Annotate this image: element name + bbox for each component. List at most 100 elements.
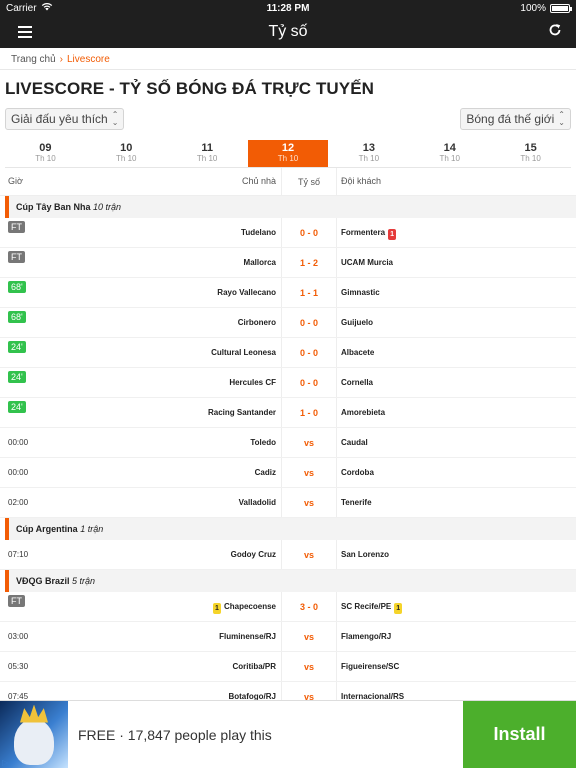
home-team-name: Chapecoense [223, 602, 276, 611]
home-team: Racing Santander [208, 408, 276, 417]
date-tab-11[interactable]: 11 Th 10 [167, 140, 248, 167]
ad-game-image[interactable]: ▷ [0, 700, 68, 768]
battery-percent: 100% [520, 2, 546, 14]
date-tab-09[interactable]: 09 Th 10 [5, 140, 86, 167]
match-row[interactable]: FT Mallorca 1 - 2 UCAM Murcia [0, 248, 576, 278]
match-row[interactable]: 05:30 Coritiba/PR vs Figueirense/SC [0, 652, 576, 682]
match-score[interactable]: 0 - 0 [281, 338, 337, 367]
away-team-name: Figueirense/SC [341, 662, 400, 671]
date-day: 11 [201, 142, 213, 154]
match-row[interactable]: 03:00 Fluminense/RJ vs Flamengo/RJ [0, 622, 576, 652]
match-row[interactable]: 07:10 Godoy Cruz vs San Lorenzo [0, 540, 576, 570]
home-team: Coritiba/PR [232, 662, 276, 671]
away-team-name: Caudal [341, 438, 368, 447]
region-label: Bóng đá thế giới [466, 112, 555, 126]
date-month: Th 10 [358, 154, 380, 163]
home-team: Cirbonero [238, 318, 276, 327]
yellow-card-icon: 1 [212, 603, 221, 614]
match-score[interactable]: vs [281, 622, 337, 651]
date-tab-12[interactable]: 12 Th 10 [247, 140, 329, 167]
away-team-name: Cordoba [341, 468, 374, 477]
ad-text: FREE · 17,847 people play this [78, 726, 272, 743]
match-score[interactable]: vs [281, 540, 337, 569]
match-status-badge: 24' [8, 401, 26, 413]
date-tab-14[interactable]: 14 Th 10 [409, 140, 490, 167]
match-row[interactable]: 00:00 Toledo vs Caudal [0, 428, 576, 458]
away-team-name: Flamengo/RJ [341, 632, 392, 641]
date-tab-15[interactable]: 15 Th 10 [490, 140, 571, 167]
home-team: Tudelano [241, 228, 276, 237]
league-name: Cúp Argentina [16, 524, 78, 534]
match-row[interactable]: 00:00 Cadiz vs Cordoba [0, 458, 576, 488]
wifi-icon [41, 2, 53, 14]
chevron-right-icon: › [59, 54, 63, 65]
match-score[interactable]: 1 - 0 [281, 398, 337, 427]
match-row[interactable]: 24' Cultural Leonesa 0 - 0 Albacete [0, 338, 576, 368]
match-status-badge: 24' [8, 341, 26, 353]
league-header[interactable]: Cúp Argentina 1 trận [5, 518, 576, 540]
match-row[interactable]: FT Tudelano 0 - 0 Formentera 1 [0, 218, 576, 248]
away-team: Flamengo/RJ [341, 632, 391, 641]
match-status-badge: FT [8, 595, 25, 607]
refresh-icon[interactable] [548, 23, 562, 41]
favorite-league-label: Giải đấu yêu thích [11, 112, 108, 126]
breadcrumb-current[interactable]: Livescore [67, 54, 110, 65]
match-status-badge: FT [8, 251, 25, 263]
home-team: Godoy Cruz [231, 550, 276, 559]
clock: 11:28 PM [266, 2, 310, 14]
away-team-name: Amorebieta [341, 408, 386, 417]
match-row[interactable]: 24' Hercules CF 0 - 0 Cornella [0, 368, 576, 398]
breadcrumb-home[interactable]: Trang chủ [11, 54, 56, 65]
date-day: 12 [281, 142, 295, 154]
date-day: 09 [39, 142, 52, 154]
match-time: 07:10 [8, 550, 29, 559]
league-count: 10 trận [93, 202, 122, 212]
ad-choices-icon[interactable]: ▷ [2, 758, 8, 767]
away-team-name: Tenerife [341, 498, 372, 507]
date-month: Th 10 [196, 154, 218, 163]
away-team: Formentera 1 [341, 228, 399, 240]
match-score[interactable]: vs [281, 488, 337, 517]
match-row[interactable]: 02:00 Valladolid vs Tenerife [0, 488, 576, 518]
match-row[interactable]: FT 1 Chapecoense 3 - 0 SC Recife/PE 1 [0, 592, 576, 622]
league-header[interactable]: VĐQG Brazil 5 trận [5, 570, 576, 592]
match-score[interactable]: 1 - 1 [281, 278, 337, 307]
date-month: Th 10 [35, 154, 56, 163]
match-row[interactable]: 68' Cirbonero 0 - 0 Guijuelo [0, 308, 576, 338]
away-team-name: Cornella [341, 378, 374, 387]
date-tab-13[interactable]: 13 Th 10 [328, 140, 409, 167]
away-team: San Lorenzo [341, 550, 389, 559]
home-team: Valladolid [239, 498, 276, 507]
breadcrumb: Trang chủ › Livescore [0, 48, 576, 70]
match-score[interactable]: 1 - 2 [281, 248, 337, 277]
match-score[interactable]: vs [281, 458, 337, 487]
away-team-name: Formentera [341, 228, 386, 237]
region-select[interactable]: Bóng đá thế giới ⌃ ⌄ [460, 108, 571, 130]
match-score[interactable]: 0 - 0 [281, 218, 337, 247]
away-team: Guijuelo [341, 318, 373, 327]
menu-icon[interactable] [18, 26, 32, 38]
away-team-name: San Lorenzo [341, 550, 390, 559]
favorite-league-select[interactable]: Giải đấu yêu thích ⌃ ⌄ [5, 108, 125, 130]
battery-icon [550, 3, 572, 13]
match-score[interactable]: 3 - 0 [281, 592, 337, 621]
date-day: 14 [443, 142, 456, 154]
match-score[interactable]: 0 - 0 [281, 368, 337, 397]
match-row[interactable]: 24' Racing Santander 1 - 0 Amorebieta [0, 398, 576, 428]
match-score[interactable]: vs [281, 428, 337, 457]
league-header[interactable]: Cúp Tây Ban Nha 10 trận [5, 196, 576, 218]
date-month: Th 10 [116, 154, 137, 163]
column-score: Tỷ số [281, 168, 337, 195]
install-button[interactable]: Install [463, 700, 576, 768]
away-team: Tenerife [341, 498, 372, 507]
match-score[interactable]: vs [281, 652, 337, 681]
match-row[interactable]: 68' Rayo Vallecano 1 - 1 Gimnastic [0, 278, 576, 308]
date-tab-10[interactable]: 10 Th 10 [86, 140, 167, 167]
home-team-name: Tudelano [241, 228, 276, 237]
home-team-name: Cadiz [254, 468, 276, 477]
away-team: Figueirense/SC [341, 662, 399, 671]
home-team-name: Cultural Leonesa [211, 348, 276, 357]
match-score[interactable]: 0 - 0 [281, 308, 337, 337]
match-list: Cúp Tây Ban Nha 10 trận FT Tudelano 0 - 0 Fo… [0, 196, 576, 712]
ad-banner[interactable]: ▷ FREE · 17,847 people play this Install [0, 700, 576, 768]
